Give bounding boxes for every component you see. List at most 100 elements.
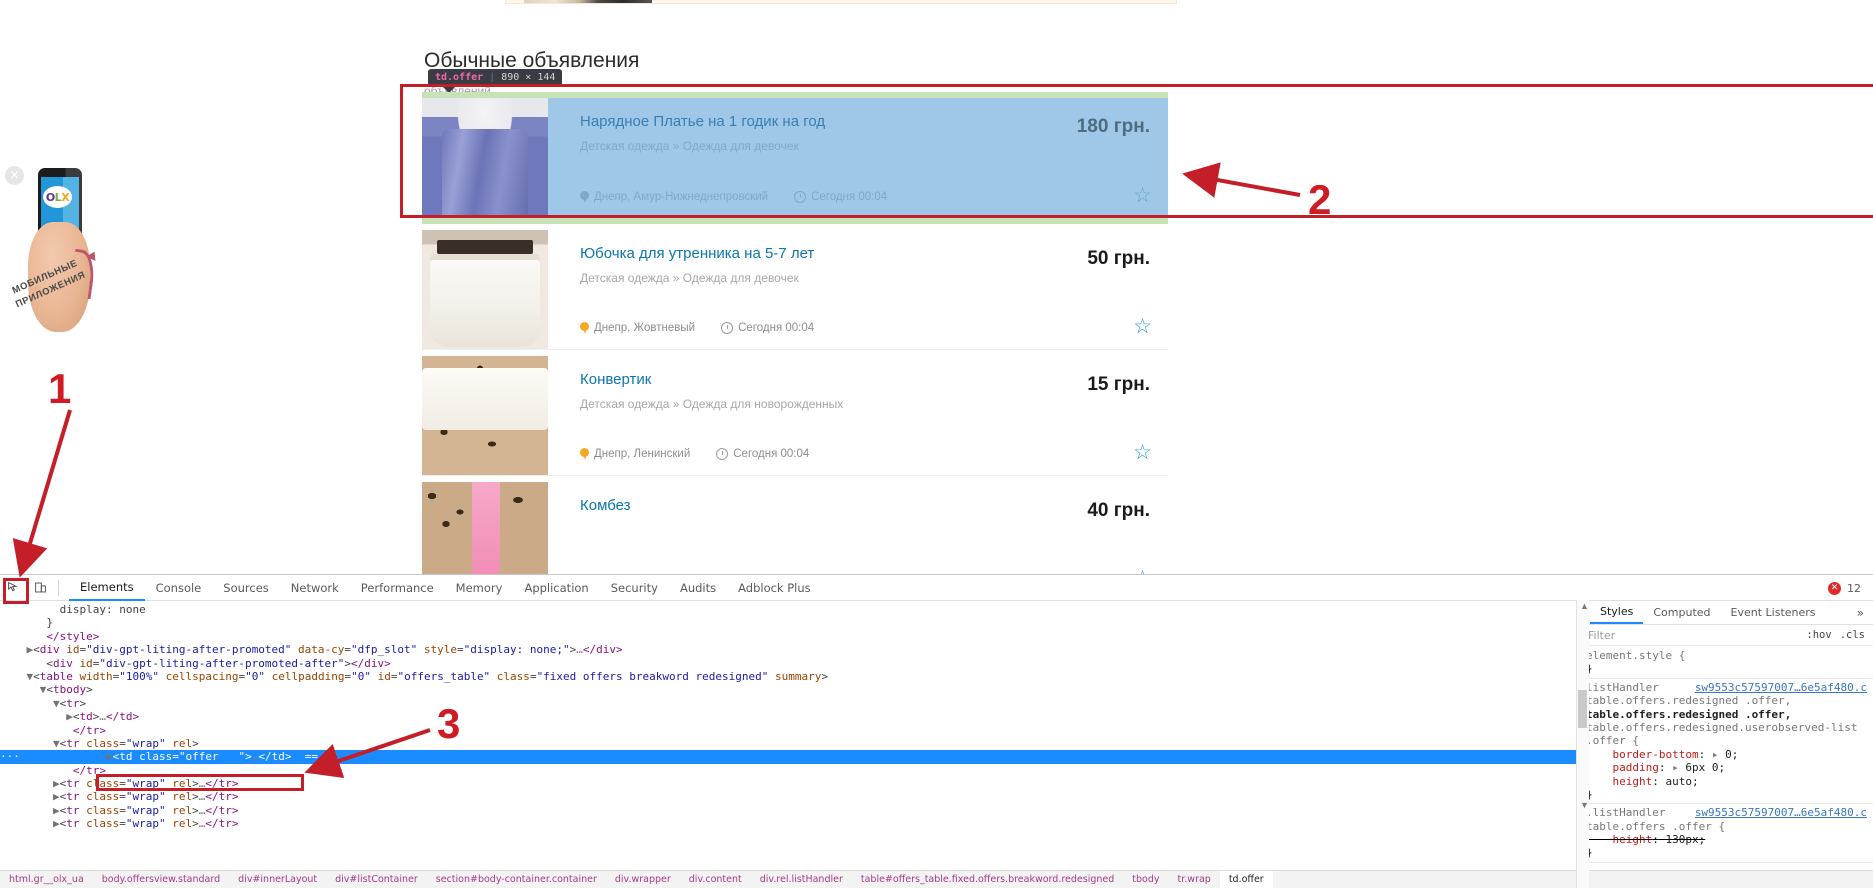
expand-arrow-icon[interactable]: ▶ [106, 750, 113, 763]
offer-row[interactable]: Комбез40 грн.☆ [422, 476, 1168, 582]
breadcrumb-item[interactable]: div#innerLayout [229, 871, 326, 888]
devtools-tab-network[interactable]: Network [280, 575, 350, 601]
css-origin-link[interactable]: sw9553c57597007…6e5af480.c [1695, 681, 1873, 694]
css-rule[interactable]: listHandler sw9553c57597007…6e5af480.c tab… [1586, 681, 1873, 805]
offer-card[interactable]: Юбочка для утренника на 5-7 лет Детская о… [422, 230, 1168, 350]
inspect-element-icon[interactable] [0, 575, 27, 601]
olx-mobile-app-ad[interactable]: × OLX МОБИЛЬНЫЕ ПРИЛОЖЕНИЯ [0, 158, 98, 336]
error-counter[interactable]: ✕ 12 [1828, 575, 1861, 601]
breadcrumb-item[interactable]: td.offer [1219, 870, 1273, 888]
favorite-star-icon[interactable]: ☆ [1133, 442, 1152, 463]
devtools-tab-memory[interactable]: Memory [445, 575, 514, 601]
css-selector[interactable]: .offer { [1586, 734, 1873, 747]
expand-shorthand-icon[interactable]: ▸ [1672, 761, 1679, 774]
styles-tab-event-listeners[interactable]: Event Listeners [1721, 601, 1826, 624]
expand-arrow-icon[interactable]: ▶ [53, 804, 60, 817]
breadcrumb-item[interactable]: body.offersview.standard [93, 871, 229, 888]
promoted-listing-cut-off[interactable] [505, 0, 1177, 4]
devtools-tab-console[interactable]: Console [145, 575, 213, 601]
dom-tree-line[interactable]: } [0, 616, 1579, 629]
offer-title[interactable]: Комбез [580, 496, 988, 516]
more-tabs-icon[interactable]: » [1848, 601, 1873, 624]
scroll-up-icon[interactable]: ▲ [1578, 601, 1591, 614]
css-selector[interactable]: table.offers.redesigned.userobserved-lis… [1586, 721, 1873, 734]
devtools-tab-elements[interactable]: Elements [69, 575, 145, 601]
offer-thumbnail[interactable] [422, 98, 548, 218]
devtools-tab-application[interactable]: Application [513, 575, 599, 601]
offer-row[interactable]: Юбочка для утренника на 5-7 лет Детская о… [422, 224, 1168, 350]
css-selector[interactable]: table.offers .offer { [1586, 820, 1873, 833]
favorite-star-icon[interactable]: ☆ [1133, 185, 1152, 206]
offer-title[interactable]: Конвертик [580, 370, 988, 390]
dom-tree-line-selected[interactable]: ··· ▶<td class="offer ">…</td> == $0 [0, 750, 1579, 764]
breadcrumb-item[interactable]: div#listContainer [326, 871, 427, 888]
css-selector[interactable]: element.style { [1586, 649, 1873, 662]
devtools-tab-performance[interactable]: Performance [350, 575, 445, 601]
css-declaration[interactable]: height: 130px; [1586, 833, 1873, 846]
css-rule[interactable]: element.style {} [1586, 649, 1873, 679]
dom-tree-line[interactable]: ▶<div id="div-gpt-liting-after-promoted"… [0, 643, 1579, 656]
offer-card[interactable]: Конвертик Детская одежда » Одежда для нов… [422, 356, 1168, 476]
scroll-down-icon[interactable]: ▼ [1578, 800, 1591, 813]
offer-card[interactable]: Нарядное Платье на 1 годик на год Детская… [422, 98, 1168, 218]
devtools-tab-sources[interactable]: Sources [212, 575, 280, 601]
dom-tree[interactable]: display: none } </style> ▶<div id="div-g… [0, 601, 1579, 863]
styles-tab-styles[interactable]: Styles [1590, 601, 1644, 624]
offer-row[interactable]: Нарядное Платье на 1 годик на год Детская… [422, 92, 1168, 224]
breadcrumb-item[interactable]: html.gr__olx_ua [0, 871, 93, 888]
dom-tree-line[interactable]: ▶<td>…</td> [0, 710, 1579, 723]
dom-tree-line[interactable]: ▶<tr class="wrap" rel>…</tr> [0, 777, 1579, 790]
styles-filter-input[interactable]: Filter [1588, 629, 1806, 642]
devtools-tab-adblock-plus[interactable]: Adblock Plus [727, 575, 822, 601]
dom-tree-line[interactable]: </tr> [0, 764, 1579, 777]
breadcrumb-item[interactable]: div.rel.listHandler [751, 871, 852, 888]
breadcrumb-item[interactable]: div.content [680, 871, 751, 888]
toggle-device-toolbar-icon[interactable] [27, 575, 54, 601]
css-rules-list[interactable]: element.style {} listHandler sw9553c575970… [1580, 646, 1873, 863]
dom-tree-line[interactable]: </tr> [0, 724, 1579, 737]
breadcrumb-item[interactable]: tr.wrap [1169, 871, 1220, 888]
dom-tree-line[interactable]: ▼<tr> [0, 697, 1579, 710]
breadcrumb-item[interactable]: table#offers_table.fixed.offers.breakwor… [852, 871, 1123, 888]
expand-arrow-icon[interactable]: ▶ [53, 817, 60, 830]
favorite-star-icon[interactable]: ☆ [1133, 316, 1152, 337]
offer-card[interactable]: Комбез40 грн.☆ [422, 482, 1168, 582]
offer-thumbnail[interactable] [422, 230, 548, 349]
dom-tree-line[interactable]: ▼<tr class="wrap" rel> [0, 737, 1579, 750]
css-declaration[interactable]: height: auto; [1586, 775, 1873, 788]
dom-tree-line[interactable]: ▼<table width="100%" cellspacing="0" cel… [0, 670, 1579, 683]
offer-row[interactable]: Конвертик Детская одежда » Одежда для нов… [422, 350, 1168, 476]
devtools-tab-security[interactable]: Security [600, 575, 669, 601]
toggle-hov-button[interactable]: :hov [1806, 629, 1839, 641]
toggle-cls-button[interactable]: .cls [1840, 629, 1873, 641]
offer-title[interactable]: Нарядное Платье на 1 годик на год [580, 112, 988, 132]
css-declaration[interactable]: padding: ▸ 6px 0; [1586, 761, 1873, 774]
dom-tree-line[interactable]: <div id="div-gpt-liting-after-promoted-a… [0, 657, 1579, 670]
expand-arrow-icon[interactable]: ▼ [53, 737, 60, 750]
devtools-tab-audits[interactable]: Audits [669, 575, 727, 601]
css-rule[interactable]: .listHandler sw9553c57597007…6e5af480.c ta… [1586, 806, 1873, 863]
offer-title[interactable]: Юбочка для утренника на 5-7 лет [580, 244, 988, 264]
dom-tree-line[interactable]: ▶<tr class="wrap" rel>…</tr> [0, 804, 1579, 817]
css-declaration[interactable]: border-bottom: ▸ 0; [1586, 748, 1873, 761]
breadcrumb-item[interactable]: tbody [1123, 871, 1168, 888]
offer-thumbnail[interactable] [422, 482, 548, 582]
dom-tree-line[interactable]: ▶<tr class="wrap" rel>…</tr> [0, 790, 1579, 803]
dom-tree-line[interactable]: display: none [0, 603, 1579, 616]
offer-thumbnail[interactable] [422, 356, 548, 475]
expand-arrow-icon[interactable]: ▼ [53, 697, 60, 710]
css-selector[interactable]: table.offers.redesigned .offer, [1586, 694, 1873, 707]
breadcrumb-item[interactable]: div.wrapper [606, 871, 680, 888]
css-origin-link[interactable]: sw9553c57597007…6e5af480.c [1695, 806, 1873, 819]
expand-shorthand-icon[interactable]: ▸ [1712, 748, 1719, 761]
expand-arrow-icon[interactable]: ▶ [66, 710, 73, 723]
css-selector[interactable]: table.offers.redesigned .offer, [1586, 708, 1873, 721]
breadcrumb-item[interactable]: section#body-container.container [427, 871, 606, 888]
expand-arrow-icon[interactable]: ▶ [53, 790, 60, 803]
dom-tree-scrollbar[interactable] [1576, 600, 1589, 888]
scrollbar-thumb[interactable] [1578, 690, 1587, 728]
expand-arrow-icon[interactable]: ▶ [53, 777, 60, 790]
dom-tree-line[interactable]: ▼<tbody> [0, 683, 1579, 696]
styles-tab-computed[interactable]: Computed [1643, 601, 1720, 624]
dom-tree-line[interactable]: ▶<tr class="wrap" rel>…</tr> [0, 817, 1579, 830]
